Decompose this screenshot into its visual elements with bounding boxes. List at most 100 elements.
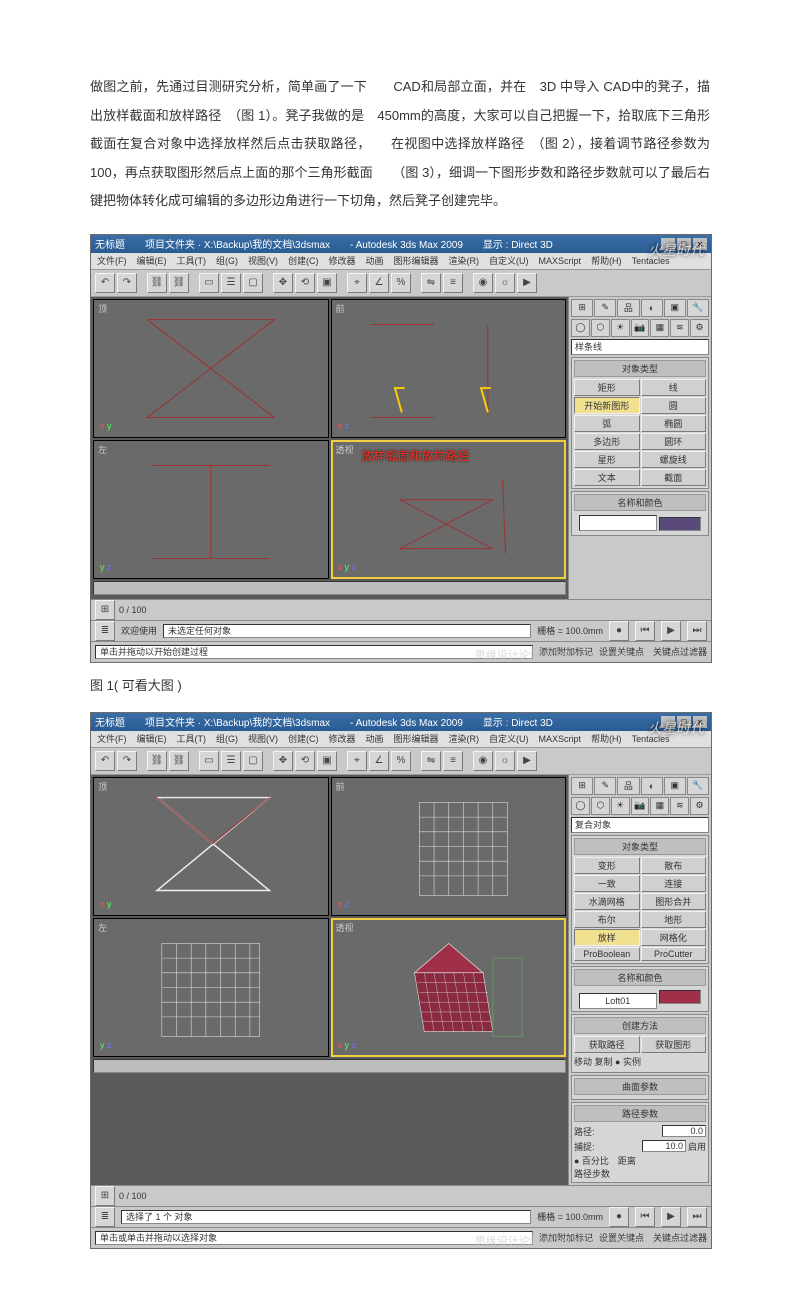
surface-params-rollout[interactable]: 曲面参数	[574, 1078, 706, 1095]
render-setup-icon[interactable]: ☼	[495, 273, 515, 293]
obj-btn[interactable]: 连接	[641, 875, 707, 892]
menu-item[interactable]: 帮助(H)	[591, 732, 622, 745]
viewport-left[interactable]: 左 y z	[93, 440, 329, 579]
motion-tab-icon[interactable]: ◐	[641, 299, 663, 317]
utilities-tab-icon[interactable]: 🔧	[687, 299, 709, 317]
object-name-field[interactable]: Loft01	[579, 993, 657, 1009]
object-type-rollout[interactable]: 对象类型	[574, 360, 706, 377]
viewport-front[interactable]: 前	[331, 777, 567, 916]
on-checkbox[interactable]: 启用	[688, 1140, 706, 1153]
category-dropdown[interactable]: 复合对象	[571, 817, 709, 833]
align-icon[interactable]: ≡	[443, 751, 463, 771]
script-icon[interactable]: ≣	[95, 621, 115, 641]
undo-icon[interactable]: ↶	[95, 751, 115, 771]
scale-icon[interactable]: ▣	[317, 273, 337, 293]
mirror-icon[interactable]: ⇋	[421, 751, 441, 771]
object-name-field[interactable]	[579, 515, 657, 531]
color-swatch[interactable]	[659, 517, 701, 531]
obj-btn[interactable]: 水滴网格	[574, 893, 640, 910]
select-region-icon[interactable]: ▢	[243, 751, 263, 771]
menu-item[interactable]: 文件(F)	[97, 732, 127, 745]
menu-item[interactable]: 工具(T)	[177, 254, 207, 267]
obj-btn[interactable]: 矩形	[574, 379, 640, 396]
geometry-icon[interactable]: ◯	[571, 319, 590, 337]
utilities-tab-icon[interactable]: 🔧	[687, 777, 709, 795]
menu-item[interactable]: 渲染(R)	[449, 254, 480, 267]
material-icon[interactable]: ◉	[473, 273, 493, 293]
obj-btn[interactable]: 圆环	[641, 433, 707, 450]
cameras-icon[interactable]: 📷	[631, 797, 650, 815]
display-tab-icon[interactable]: ▣	[664, 299, 686, 317]
motion-tab-icon[interactable]: ◐	[641, 777, 663, 795]
menu-item[interactable]: 视图(V)	[248, 254, 278, 267]
cameras-icon[interactable]: 📷	[631, 319, 650, 337]
instance-radios[interactable]: 移动 复制 ● 实例	[574, 1053, 706, 1070]
angle-snap-icon[interactable]: ∠	[369, 751, 389, 771]
time-slider[interactable]	[93, 581, 566, 595]
obj-btn[interactable]: 星形	[574, 451, 640, 468]
path-value[interactable]: 0.0	[662, 1125, 706, 1137]
shapes-icon[interactable]: ⬡	[591, 319, 610, 337]
snap-icon[interactable]: ⌖	[347, 751, 367, 771]
move-icon[interactable]: ✥	[273, 751, 293, 771]
menu-item[interactable]: 视图(V)	[248, 732, 278, 745]
lights-icon[interactable]: ☀	[611, 797, 630, 815]
redo-icon[interactable]: ↷	[117, 273, 137, 293]
obj-btn[interactable]: 线	[641, 379, 707, 396]
menu-item[interactable]: 帮助(H)	[591, 254, 622, 267]
shapes-icon[interactable]: ⬡	[591, 797, 610, 815]
select-name-icon[interactable]: ☰	[221, 273, 241, 293]
object-type-rollout[interactable]: 对象类型	[574, 838, 706, 855]
autokey-icon[interactable]: ●	[609, 1207, 629, 1227]
play-icon[interactable]: ▶	[661, 1207, 681, 1227]
scale-icon[interactable]: ▣	[317, 751, 337, 771]
spacewarps-icon[interactable]: ≋	[670, 319, 689, 337]
select-name-icon[interactable]: ☰	[221, 751, 241, 771]
spacewarps-icon[interactable]: ≋	[670, 797, 689, 815]
category-dropdown[interactable]: 样条线	[571, 339, 709, 355]
play-next-icon[interactable]: ⏭	[687, 621, 707, 641]
script-icon[interactable]: ≣	[95, 1207, 115, 1227]
name-color-rollout[interactable]: 名称和颜色	[574, 494, 706, 511]
display-tab-icon[interactable]: ▣	[664, 777, 686, 795]
unlink-icon[interactable]: ⛓	[169, 273, 189, 293]
angle-snap-icon[interactable]: ∠	[369, 273, 389, 293]
viewport-top[interactable]: 顶 x y	[93, 777, 329, 916]
modify-tab-icon[interactable]: ✎	[594, 777, 616, 795]
rotate-icon[interactable]: ⟲	[295, 273, 315, 293]
menu-item[interactable]: 动画	[366, 254, 384, 267]
obj-btn[interactable]: ProCutter	[641, 947, 707, 961]
select-icon[interactable]: ▭	[199, 273, 219, 293]
mirror-icon[interactable]: ⇋	[421, 273, 441, 293]
get-path-button[interactable]: 获取路径	[574, 1036, 640, 1053]
select-region-icon[interactable]: ▢	[243, 273, 263, 293]
modify-tab-icon[interactable]: ✎	[594, 299, 616, 317]
systems-icon[interactable]: ⚙	[690, 797, 709, 815]
obj-btn[interactable]: 弧	[574, 415, 640, 432]
obj-btn[interactable]: 椭圆	[641, 415, 707, 432]
geometry-icon[interactable]: ◯	[571, 797, 590, 815]
menu-item[interactable]: 编辑(E)	[137, 254, 167, 267]
path-params-rollout[interactable]: 路径参数	[574, 1105, 706, 1122]
obj-btn[interactable]: 图形合并	[641, 893, 707, 910]
unlink-icon[interactable]: ⛓	[169, 751, 189, 771]
track-open-icon[interactable]: ⊞	[95, 1186, 115, 1206]
obj-btn[interactable]: 布尔	[574, 911, 640, 928]
percent-snap-icon[interactable]: %	[391, 273, 411, 293]
obj-btn[interactable]: 截面	[641, 469, 707, 486]
menu-item[interactable]: 创建(C)	[288, 732, 319, 745]
undo-icon[interactable]: ↶	[95, 273, 115, 293]
menu-item[interactable]: 编辑(E)	[137, 732, 167, 745]
menu-item[interactable]: 文件(F)	[97, 254, 127, 267]
link-icon[interactable]: ⛓	[147, 751, 167, 771]
material-icon[interactable]: ◉	[473, 751, 493, 771]
autokey-icon[interactable]: ●	[609, 621, 629, 641]
helpers-icon[interactable]: ▦	[650, 797, 669, 815]
dist-radios[interactable]: ● 百分比 距离	[574, 1154, 706, 1167]
viewport-top[interactable]: 顶 x y	[93, 299, 329, 438]
menu-item[interactable]: 创建(C)	[288, 254, 319, 267]
obj-btn[interactable]: 网格化	[641, 929, 707, 946]
viewport-perspective[interactable]: 透视	[331, 918, 567, 1057]
create-tab-icon[interactable]: ⊞	[571, 777, 593, 795]
menu-item[interactable]: 自定义(U)	[489, 732, 529, 745]
